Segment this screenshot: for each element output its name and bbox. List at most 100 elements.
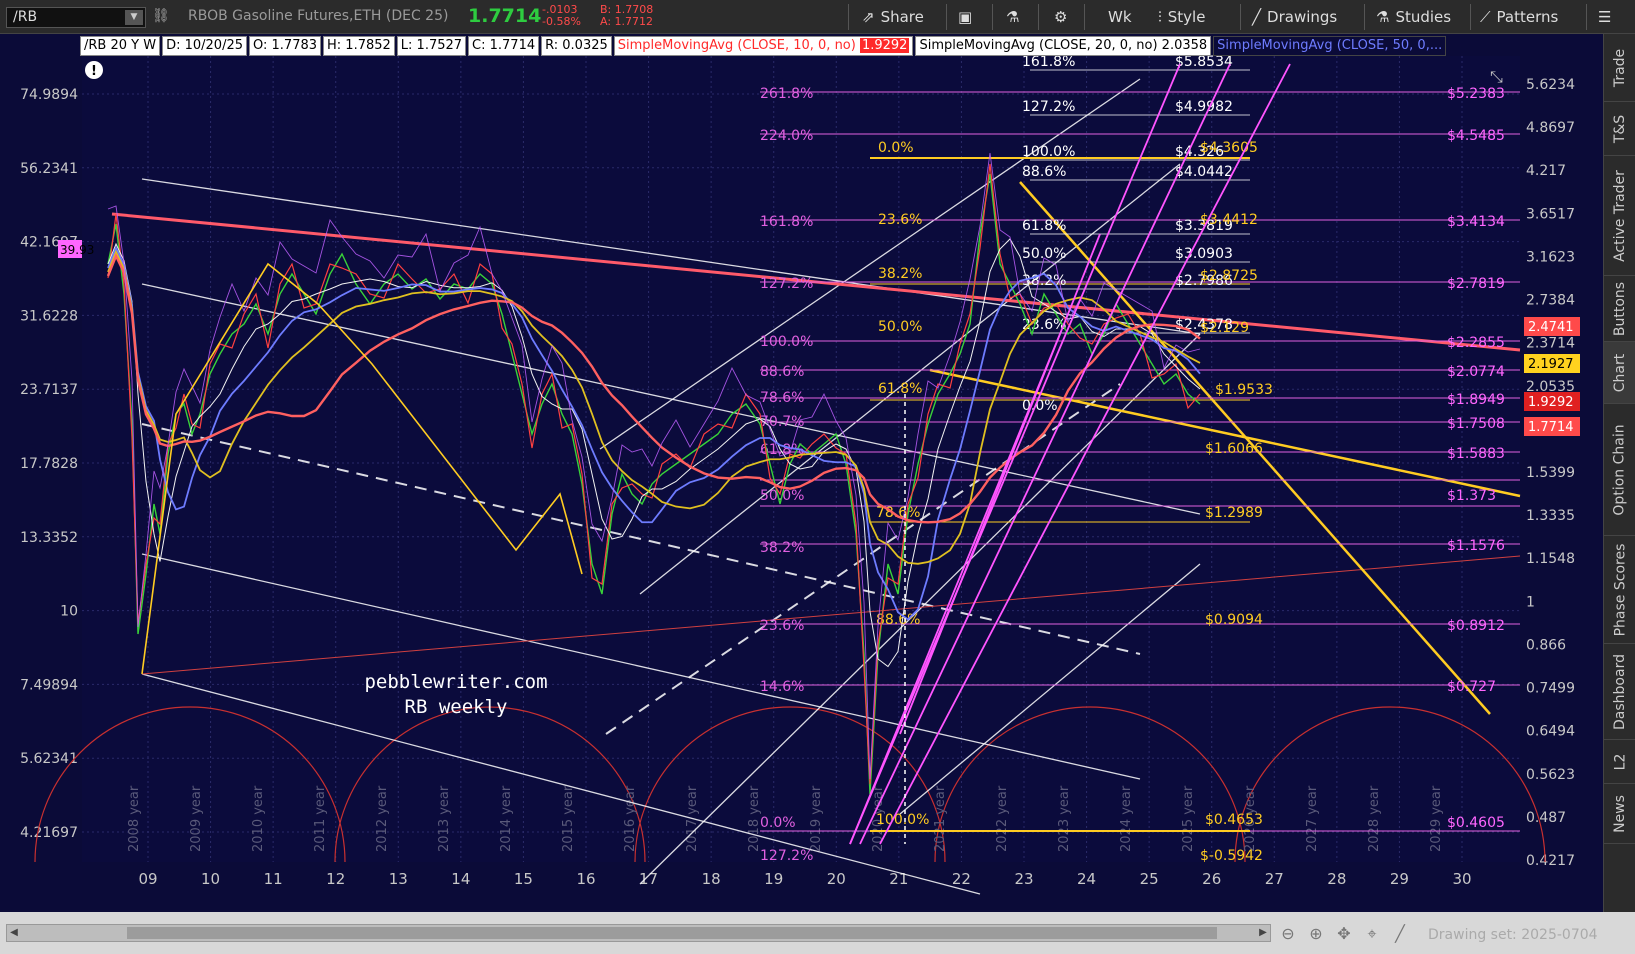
right-axis-tick: 1.1548 bbox=[1526, 551, 1575, 567]
left-axis-tick: 23.7137 bbox=[20, 382, 78, 398]
x-axis-tick: 14 bbox=[451, 870, 470, 888]
ask-value: A: 1.7712 bbox=[600, 15, 654, 28]
pan-icon[interactable]: ✥ bbox=[1334, 924, 1354, 944]
side-tab-dashboard[interactable]: Dashboard bbox=[1604, 644, 1635, 740]
right-axis-tick: 0.866 bbox=[1526, 637, 1566, 653]
patterns-button[interactable]: ⟋ Patterns bbox=[1480, 6, 1558, 28]
chevron-down-icon[interactable]: ▼ bbox=[125, 10, 143, 25]
side-tab-buttons[interactable]: Buttons bbox=[1604, 276, 1635, 342]
timeframe-button[interactable]: Wk bbox=[1108, 6, 1132, 28]
fib-label-left: 14.6% bbox=[760, 679, 804, 695]
side-tab-option-chain[interactable]: Option Chain bbox=[1604, 404, 1635, 536]
chart-area[interactable]: 74.9894 56.2341 42.1697 31.6228 23.7137 17.78… bbox=[0, 34, 1603, 912]
fib-price-yellow: $-0.5942 bbox=[1200, 848, 1263, 864]
menu-button[interactable]: ☰ bbox=[1598, 6, 1617, 28]
fib-label-left: 127.2% bbox=[760, 276, 813, 292]
settings-button[interactable]: ⚙ bbox=[1054, 6, 1073, 28]
symbol-text: /RB bbox=[13, 9, 38, 25]
fib-label-left: 261.8% bbox=[760, 86, 813, 102]
x-axis-tick: 10 bbox=[201, 870, 220, 888]
scroll-left-icon[interactable]: ◀ bbox=[7, 925, 21, 941]
crosshair-icon[interactable]: ⌖ bbox=[1362, 924, 1382, 944]
last-price: 1.7714 bbox=[468, 5, 542, 27]
right-axis-tick: 1.3335 bbox=[1526, 508, 1575, 524]
fib-price-white: $4.0442 bbox=[1175, 164, 1233, 180]
drawings-button[interactable]: ╱ Drawings bbox=[1252, 6, 1337, 28]
side-tab-chart[interactable]: Chart bbox=[1604, 342, 1635, 404]
thinkorswim-chart-window: /RB ▼ ⛓ RBOB Gasoline Futures,ETH (DEC 2… bbox=[0, 0, 1635, 954]
side-tab-label: Option Chain bbox=[1612, 423, 1629, 516]
bid-ask: B: 1.7708 A: 1.7712 bbox=[600, 4, 653, 28]
fib-label-left: 38.2% bbox=[760, 540, 804, 556]
scrollbar-thumb[interactable] bbox=[127, 927, 1217, 939]
cycle-label: 2029 year bbox=[1429, 785, 1444, 852]
link-icon[interactable]: ⛓ bbox=[152, 8, 170, 26]
fib-label-top: 127.2% bbox=[1022, 99, 1075, 115]
drawing-tool-icon[interactable]: ╱ bbox=[1390, 924, 1410, 944]
fib-label-mid: 0.0% bbox=[878, 140, 914, 156]
x-axis-tick: 19 bbox=[764, 870, 783, 888]
toolbar-divider bbox=[848, 4, 849, 30]
zoom-out-icon[interactable]: ⊖ bbox=[1278, 924, 1298, 944]
x-axis-tick: 17 bbox=[639, 870, 658, 888]
x-axis-tick: 18 bbox=[702, 870, 721, 888]
list-icon: ☰ bbox=[1598, 8, 1612, 26]
side-tab-phase-scores[interactable]: Phase Scores bbox=[1604, 536, 1635, 644]
side-tab-news[interactable]: News bbox=[1604, 784, 1635, 844]
share-button[interactable]: ⇗ Share bbox=[862, 6, 924, 28]
legend-sma50: SimpleMovingAvg (CLOSE, 50, 0,... bbox=[1213, 36, 1447, 56]
side-tab-t-s[interactable]: T&S bbox=[1604, 102, 1635, 156]
symbol-input[interactable]: /RB ▼ bbox=[6, 7, 146, 28]
cycle-label: 2022 year bbox=[995, 785, 1010, 852]
side-tab-l2[interactable]: L2 bbox=[1604, 740, 1635, 784]
horizontal-scrollbar[interactable]: ◀ ▶ bbox=[6, 924, 1271, 942]
zoom-in-icon[interactable]: ⊕ bbox=[1306, 924, 1326, 944]
fib-label-left: 23.6% bbox=[760, 618, 804, 634]
fib-price-magenta: $1.7508 bbox=[1447, 416, 1505, 432]
instrument-description: RBOB Gasoline Futures,ETH (DEC 25) bbox=[188, 8, 449, 24]
legend-sma10: SimpleMovingAvg (CLOSE, 10, 0, no) 1.929… bbox=[613, 36, 914, 56]
side-tab-bar: Trade T&S Active Trader Buttons Chart Option … bbox=[1603, 34, 1635, 912]
fib-price-magenta: $0.8912 bbox=[1447, 618, 1505, 634]
cycle-label: 2021 year bbox=[933, 785, 948, 852]
studies-flask-button[interactable]: ⚗ bbox=[1006, 6, 1025, 28]
fib-label-top: 61.8% bbox=[1022, 218, 1066, 234]
side-tab-label: T&S bbox=[1611, 114, 1628, 143]
drawings-label: Drawings bbox=[1267, 8, 1338, 26]
fib-price-magenta: $4.5485 bbox=[1447, 128, 1505, 144]
chart-legend: /RB 20 Y W D: 10/20/25 O: 1.7783 H: 1.78… bbox=[80, 36, 1448, 56]
toolbar-divider bbox=[1084, 4, 1085, 30]
side-tab-active-trader[interactable]: Active Trader bbox=[1604, 156, 1635, 276]
studies-button[interactable]: ⚗ Studies bbox=[1376, 6, 1451, 28]
right-axis-marker-label: 1.7714 bbox=[1528, 420, 1574, 435]
toolbar-divider bbox=[1470, 4, 1471, 30]
fib-price-yellow: $1.2989 bbox=[1205, 505, 1263, 521]
cycle-label: 2023 year bbox=[1057, 785, 1072, 852]
x-axis-tick: 23 bbox=[1014, 870, 1033, 888]
right-axis-tick: 2.7384 bbox=[1526, 293, 1575, 309]
x-axis-tick: 12 bbox=[326, 870, 345, 888]
fib-price-yellow: $0.9094 bbox=[1205, 612, 1263, 628]
fib-price-yellow: $2.8725 bbox=[1200, 268, 1258, 284]
share-label: Share bbox=[880, 8, 924, 26]
flask-icon: ⚗ bbox=[1006, 8, 1020, 26]
x-axis-tick: 16 bbox=[576, 870, 595, 888]
x-axis-tick: 29 bbox=[1390, 870, 1409, 888]
right-axis-tick: 0.6494 bbox=[1526, 724, 1575, 740]
fib-label-left: 224.0% bbox=[760, 128, 813, 144]
chart-settings-button[interactable]: ▣ bbox=[958, 6, 978, 28]
x-axis-tick: 27 bbox=[1265, 870, 1284, 888]
right-axis-tick: 0.487 bbox=[1526, 810, 1566, 826]
fib-label-left: 100.0% bbox=[760, 334, 813, 350]
style-button[interactable]: ⫶ Style bbox=[1158, 6, 1205, 28]
legend-date: D: 10/20/25 bbox=[162, 36, 247, 56]
right-axis-tick: 0.5623 bbox=[1526, 767, 1575, 783]
share-icon: ⇗ bbox=[862, 8, 875, 26]
drawing-set-label: Drawing set: 2025-0704 bbox=[1428, 927, 1598, 943]
right-axis-marker-label: 2.1927 bbox=[1528, 357, 1574, 372]
cycle-label: 2019 year bbox=[809, 785, 824, 852]
side-tab-trade[interactable]: Trade bbox=[1604, 34, 1635, 102]
price-chart[interactable]: 74.989456.234142.169731.622823.713717.78… bbox=[0, 34, 1603, 912]
scroll-right-icon[interactable]: ▶ bbox=[1256, 925, 1270, 941]
plot-background bbox=[82, 56, 1520, 862]
